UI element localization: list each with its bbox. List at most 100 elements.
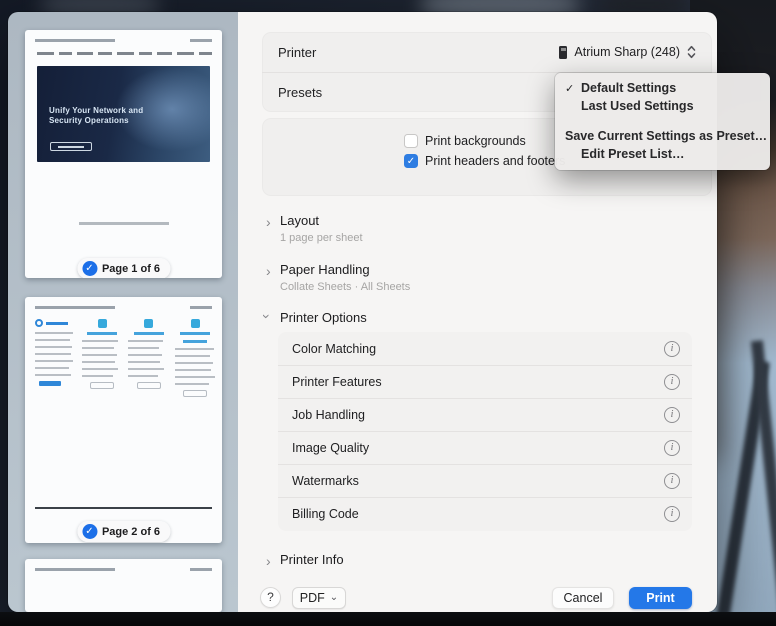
- printer-select[interactable]: Atrium Sharp (248): [559, 45, 696, 59]
- print-header-text: [35, 39, 212, 43]
- printer-icon: [559, 46, 567, 59]
- text-line: [128, 375, 158, 377]
- section-printer-info[interactable]: Printer Info: [280, 552, 344, 567]
- checkbox-row: ✓ Print headers and footers: [404, 151, 565, 171]
- text-line: [82, 368, 118, 370]
- page-3-thumbnail[interactable]: [25, 559, 222, 612]
- pdf-dropdown-button[interactable]: PDF ⌄: [292, 587, 346, 609]
- help-button[interactable]: ?: [260, 587, 281, 608]
- screen: Unify Your Network and Security Operatio…: [0, 0, 776, 626]
- text-line: [175, 362, 213, 364]
- chevron-down-icon: ⌄: [330, 592, 338, 603]
- text-line: [175, 369, 211, 371]
- button-skeleton: [39, 381, 61, 386]
- text-line: [82, 361, 115, 363]
- text-line: [175, 348, 214, 350]
- info-icon[interactable]: i: [664, 407, 680, 423]
- page-1-thumbnail[interactable]: Unify Your Network and Security Operatio…: [25, 30, 222, 278]
- page-preview-sidebar: Unify Your Network and Security Operatio…: [8, 12, 238, 612]
- text-line: [59, 52, 72, 55]
- text-line: [35, 353, 71, 355]
- info-icon[interactable]: i: [664, 473, 680, 489]
- text-line: [35, 374, 71, 376]
- menu-item-last-used-settings[interactable]: Last Used Settings: [555, 97, 770, 115]
- info-icon[interactable]: i: [664, 341, 680, 357]
- text-line: [128, 347, 159, 349]
- chevron-right-icon[interactable]: ›: [266, 553, 276, 569]
- text-line: [117, 52, 134, 55]
- presets-label: Presets: [278, 85, 322, 100]
- text-line: [82, 340, 118, 342]
- check-circle-icon: ✓: [82, 524, 97, 539]
- screen-bezel: [0, 612, 776, 626]
- column-skeleton: [128, 319, 170, 397]
- text-line: [35, 339, 70, 341]
- print-backgrounds-label: Print backgrounds: [425, 134, 526, 148]
- check-circle-icon: ✓: [82, 261, 97, 276]
- text-line: [128, 340, 163, 342]
- text-line: [139, 52, 152, 55]
- option-row-job-handling[interactable]: Job Handling i: [278, 398, 692, 431]
- text-line: [35, 360, 73, 362]
- text-line: [37, 52, 54, 55]
- hero-button-skeleton: [50, 142, 92, 151]
- layout-subtitle: 1 page per sheet: [280, 232, 363, 244]
- page-2-badge: ✓ Page 2 of 6: [77, 521, 170, 542]
- feature-icon: [98, 319, 107, 328]
- button-skeleton: [90, 382, 114, 389]
- text-line: [82, 375, 113, 377]
- presets-menu: ✓ Default Settings Last Used Settings Sa…: [555, 73, 770, 170]
- chevron-down-icon[interactable]: ›: [259, 314, 275, 324]
- text-line: [35, 332, 73, 334]
- menu-item-edit-preset-list[interactable]: Edit Preset List…: [555, 145, 770, 163]
- option-row-watermarks[interactable]: Watermarks i: [278, 464, 692, 497]
- text-line: [128, 368, 164, 370]
- text-line: [175, 383, 209, 385]
- stepper-icon: [687, 45, 696, 59]
- print-button[interactable]: Print: [629, 587, 692, 609]
- info-icon[interactable]: i: [664, 506, 680, 522]
- option-row-billing-code[interactable]: Billing Code i: [278, 497, 692, 530]
- section-paper-handling[interactable]: Paper Handling: [280, 262, 370, 277]
- checkbox-row: Print backgrounds: [404, 131, 565, 151]
- page-divider-line: [35, 507, 212, 509]
- page-1-badge: ✓ Page 1 of 6: [77, 258, 170, 278]
- check-icon: ✓: [565, 82, 581, 95]
- column-heading-skeleton: [180, 332, 210, 335]
- text-line: [177, 52, 194, 55]
- text-line: [35, 346, 72, 348]
- hero-headline: Unify Your Network and Security Operatio…: [49, 106, 167, 126]
- paper-handling-subtitle: Collate Sheets · All Sheets: [280, 281, 410, 293]
- info-icon[interactable]: i: [664, 440, 680, 456]
- column-heading-skeleton: [183, 340, 207, 343]
- page-1-badge-label: Page 1 of 6: [102, 263, 160, 275]
- option-row-image-quality[interactable]: Image Quality i: [278, 431, 692, 464]
- section-layout[interactable]: Layout: [280, 213, 319, 228]
- printer-value: Atrium Sharp (248): [574, 45, 680, 59]
- print-backgrounds-checkbox[interactable]: [404, 134, 418, 148]
- chevron-right-icon[interactable]: ›: [266, 214, 276, 230]
- text-line: [82, 347, 114, 349]
- section-printer-options[interactable]: Printer Options: [280, 310, 367, 325]
- column-skeleton: [82, 319, 124, 397]
- option-row-printer-features[interactable]: Printer Features i: [278, 365, 692, 398]
- printer-options-list: Color Matching i Printer Features i Job …: [278, 332, 692, 531]
- chevron-right-icon[interactable]: ›: [266, 263, 276, 279]
- option-row-color-matching[interactable]: Color Matching i: [278, 332, 692, 365]
- menu-item-save-preset[interactable]: Save Current Settings as Preset…: [555, 127, 770, 145]
- button-skeleton: [137, 382, 161, 389]
- menu-item-default-settings[interactable]: ✓ Default Settings: [555, 79, 770, 97]
- printer-label: Printer: [278, 45, 316, 60]
- text-line: [79, 222, 169, 225]
- cancel-button[interactable]: Cancel: [552, 587, 614, 609]
- printer-row: Printer Atrium Sharp (248): [262, 32, 712, 72]
- text-line: [157, 52, 172, 55]
- page-2-thumbnail[interactable]: ✓ Page 2 of 6: [25, 297, 222, 543]
- text-line: [128, 361, 160, 363]
- info-icon[interactable]: i: [664, 374, 680, 390]
- column-skeleton: [35, 319, 77, 397]
- print-headers-label: Print headers and footers: [425, 154, 565, 168]
- text-line: [199, 52, 212, 55]
- webpage-nav-skeleton: [37, 52, 214, 55]
- print-headers-checkbox[interactable]: ✓: [404, 154, 418, 168]
